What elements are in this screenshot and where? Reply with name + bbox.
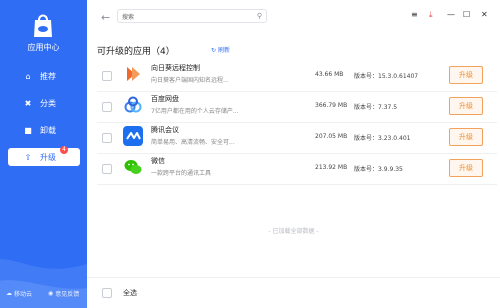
search-input[interactable]: 搜索 ⚲	[117, 9, 267, 23]
sidebar-item-uninstall[interactable]: ■ 卸载	[8, 121, 80, 139]
upgrade-count-badge: 4	[60, 146, 68, 154]
sidebar-item-category[interactable]: ✖ 分类	[8, 94, 80, 112]
maximize-icon[interactable]: ☐	[463, 10, 470, 19]
sidebar: 应用中心 ⌂ 推荐 ✖ 分类 ■ 卸载 ⇧ 升级 4 ☁ 移动云 ◉ 意见反馈	[0, 0, 87, 308]
list-item: 向日葵远程控制 向日葵客户端国内知名远程... 43.66 MB 版本号：15.…	[97, 62, 497, 88]
list-item: 微信 一款跨平台的通讯工具 213.92 MB 版本号：3.9.9.35 升级	[97, 155, 497, 181]
footer-left[interactable]: ☁ 移动云	[6, 289, 32, 298]
app-version: 版本号：3.9.9.35	[354, 166, 403, 173]
app-center-logo-icon	[34, 14, 52, 37]
page-title: 可升级的应用（4）	[97, 47, 175, 57]
row-checkbox[interactable]	[102, 133, 112, 143]
divider	[97, 122, 497, 123]
divider	[97, 91, 497, 92]
back-arrow-icon[interactable]: ←	[101, 11, 110, 24]
app-version: 版本号：15.3.0.61407	[354, 73, 419, 80]
refresh-button[interactable]: ↻ 刷新	[211, 45, 230, 54]
upgrade-button[interactable]: 升级	[449, 97, 483, 115]
menu-icon[interactable]: ≡	[411, 10, 418, 19]
app-desc: 向日葵客户端国内知名远程...	[151, 77, 229, 84]
app-name: 向日葵远程控制	[151, 64, 200, 72]
sidebar-item-label: 分类	[40, 98, 56, 108]
upgrade-icon: ⇧	[24, 152, 32, 162]
tencent-meeting-icon	[123, 126, 143, 146]
main-panel: ← 搜索 ⚲ ≡ ⤓ — ☐ ✕ 可升级的应用（4） ↻ 刷新 向日葵远程控制 …	[87, 0, 500, 308]
sunlogin-icon	[127, 67, 140, 81]
app-version: 版本号：7.37.5	[354, 104, 398, 111]
cloud-icon: ☁	[6, 290, 12, 297]
select-all-checkbox[interactable]	[102, 288, 112, 298]
upgrade-button[interactable]: 升级	[449, 128, 483, 146]
search-icon[interactable]: ⚲	[257, 12, 262, 20]
app-name: 腾讯会议	[151, 126, 179, 134]
row-checkbox[interactable]	[102, 102, 112, 112]
app-name: 百度网盘	[151, 95, 179, 103]
app-desc: 7亿用户都在用的个人云存储产...	[151, 108, 239, 115]
list-item: 百度网盘 7亿用户都在用的个人云存储产... 366.79 MB 版本号：7.3…	[97, 93, 497, 119]
sidebar-item-label: 卸载	[40, 125, 56, 135]
sidebar-item-label: 推荐	[40, 71, 56, 81]
app-size: 213.92 MB	[315, 164, 348, 171]
app-desc: 一款跨平台的通讯工具	[151, 170, 212, 177]
upgrade-button[interactable]: 升级	[449, 66, 483, 84]
app-version: 版本号：3.23.0.401	[354, 135, 411, 142]
bottom-bar: 全选	[87, 277, 500, 308]
row-checkbox[interactable]	[102, 164, 112, 174]
select-all-label[interactable]: 全选	[123, 288, 137, 298]
divider	[97, 184, 497, 185]
app-name: 微信	[151, 157, 165, 165]
minimize-icon[interactable]: —	[447, 10, 455, 19]
app-size: 366.79 MB	[315, 102, 348, 109]
sidebar-item-recommend[interactable]: ⌂ 推荐	[8, 67, 80, 85]
category-icon: ✖	[24, 98, 32, 108]
upgrade-button[interactable]: 升级	[449, 159, 483, 177]
download-icon[interactable]: ⤓	[429, 10, 433, 20]
top-bar: ← 搜索 ⚲ ≡ ⤓ — ☐ ✕	[87, 0, 500, 34]
trash-icon: ■	[24, 125, 32, 135]
divider	[97, 153, 497, 154]
close-icon[interactable]: ✕	[481, 10, 488, 19]
row-checkbox[interactable]	[102, 71, 112, 81]
end-of-list-note: - 已加载全部数据 -	[268, 228, 319, 235]
feedback-link[interactable]: ◉ 意见反馈	[48, 289, 79, 298]
sidebar-item-upgrade[interactable]: ⇧ 升级 4	[8, 146, 80, 166]
feedback-icon: ◉	[48, 290, 54, 297]
app-desc: 简单易用、高清流畅、安全可...	[151, 139, 235, 146]
sidebar-item-label: 升级	[40, 152, 56, 162]
list-item: 腾讯会议 简单易用、高清流畅、安全可... 207.05 MB 版本号：3.23…	[97, 124, 497, 150]
baidu-netdisk-icon	[124, 96, 142, 113]
app-size: 207.05 MB	[315, 133, 348, 140]
home-icon: ⌂	[25, 71, 31, 81]
app-size: 43.66 MB	[315, 71, 344, 78]
refresh-icon: ↻	[211, 47, 217, 54]
wechat-icon	[124, 160, 142, 174]
app-center-title: 应用中心	[27, 43, 60, 52]
